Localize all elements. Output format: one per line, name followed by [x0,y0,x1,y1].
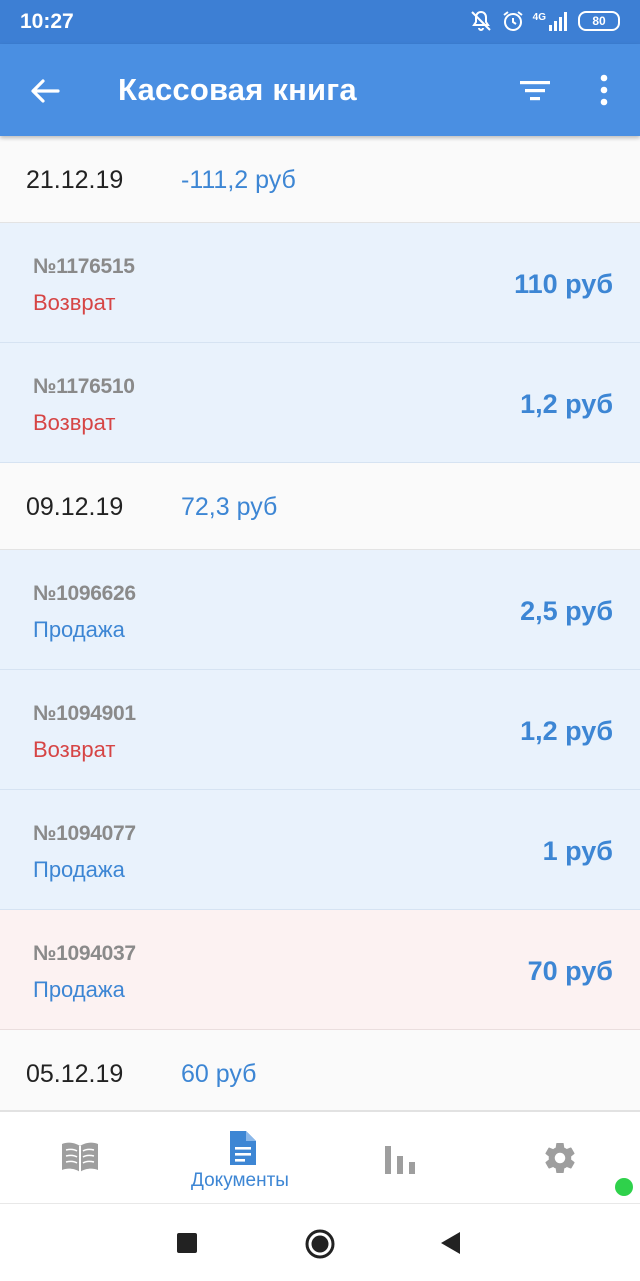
document-number: №1094037 [33,942,136,965]
group-total: 72,3 руб [181,493,278,521]
back-triangle-icon [441,1232,460,1254]
battery-icon: 80 [578,11,620,31]
cash-book-list: 21.12.19 -111,2 руб №1176515 Возврат 110… [0,136,640,1117]
status-icons: 4G 80 [469,9,620,33]
filter-button[interactable] [518,76,552,106]
document-row[interactable]: №1094077 Продажа 1 руб [0,790,640,910]
arrow-left-icon [31,79,60,103]
document-amount: 1,2 руб [520,716,613,746]
document-number: №1176515 [33,255,135,278]
status-time: 10:27 [20,10,74,33]
date-group-row[interactable]: 21.12.19 -111,2 руб [0,136,640,223]
document-row[interactable]: №1094037 Продажа 70 руб [0,910,640,1030]
alarm-icon [503,11,523,31]
gear-icon [545,1143,575,1174]
group-total: -111,2 руб [181,166,296,194]
document-type: Продажа [33,617,125,642]
app-bar: Кассовая книга [0,44,640,136]
book-icon [62,1142,98,1172]
home-button[interactable] [304,1228,336,1265]
document-row[interactable]: №1096626 Продажа 2,5 руб [0,550,640,670]
document-type: Возврат [33,290,116,315]
group-date: 09.12.19 [26,493,124,521]
online-status-dot [615,1178,633,1196]
document-row[interactable]: №1094901 Возврат 1,2 руб [0,670,640,790]
nav-item-book[interactable] [0,1112,160,1205]
more-vertical-icon [600,74,608,106]
document-type: Возврат [33,737,116,762]
bar-chart-icon [385,1146,415,1174]
nav-item-statistics[interactable] [320,1112,480,1205]
document-number: №1096626 [33,582,136,605]
document-amount: 110 руб [514,269,613,299]
bottom-navigation: Документы [0,1110,640,1205]
document-number: №1094077 [33,822,136,845]
back-system-button[interactable] [438,1230,462,1261]
more-options-button[interactable] [590,72,618,108]
filter-icon [520,81,550,101]
group-date: 21.12.19 [26,166,124,194]
group-total: 60 руб [181,1060,257,1088]
notifications-off-icon [470,10,491,31]
nav-item-documents[interactable]: Документы [160,1112,320,1205]
document-type: Возврат [33,410,116,435]
date-group-row[interactable]: 05.12.19 60 руб [0,1030,640,1117]
document-amount: 70 руб [527,956,613,986]
group-date: 05.12.19 [26,1060,124,1088]
nav-label-documents: Документы [191,1170,289,1191]
document-amount: 1 руб [542,836,613,866]
network-type: 4G [532,11,546,23]
document-icon [230,1131,256,1165]
document-number: №1094901 [33,702,136,725]
back-button[interactable] [28,74,62,108]
home-circle-icon [305,1229,335,1259]
document-type: Продажа [33,857,125,882]
signal-icon [549,12,567,31]
document-type: Продажа [33,977,125,1002]
document-amount: 2,5 руб [520,596,613,626]
document-row[interactable]: №1176515 Возврат 110 руб [0,223,640,343]
page-title: Кассовая книга [118,72,357,107]
document-amount: 1,2 руб [520,389,613,419]
system-navigation-bar [0,1203,640,1281]
date-group-row[interactable]: 09.12.19 72,3 руб [0,463,640,550]
status-bar: 10:27 4G 80 [0,0,640,44]
document-number: №1176510 [33,375,135,398]
document-row[interactable]: №1176510 Возврат 1,2 руб [0,343,640,463]
recents-button[interactable] [176,1232,198,1259]
recents-square-icon [177,1233,197,1253]
